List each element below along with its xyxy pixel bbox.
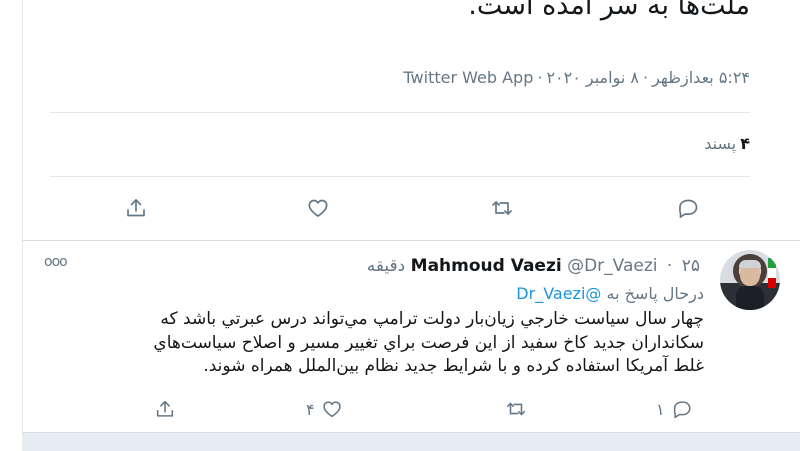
avatar-body	[736, 286, 764, 310]
reply-header: Mahmoud Vaezi @Dr_Vaezi · ۲۵ دقیقه	[367, 256, 704, 276]
reply-button[interactable]	[676, 196, 700, 220]
column-border-left	[22, 0, 23, 450]
reply-button[interactable]: ۱	[656, 398, 693, 420]
share-button[interactable]	[154, 398, 176, 420]
like-count: ۴	[306, 399, 315, 419]
reply-line: سكانداران جديد كاخ سفيد از اين فرصت براي…	[153, 332, 704, 353]
reply-icon	[673, 401, 691, 419]
retweet-button[interactable]	[490, 196, 514, 220]
like-button[interactable]: ۴	[306, 398, 343, 420]
divider	[50, 112, 750, 113]
heart-icon	[308, 199, 328, 217]
like-button[interactable]	[306, 196, 330, 220]
reply-line: غلط آمريكا استفاده كرده و با شرايط جديد …	[203, 356, 704, 376]
display-name-link[interactable]: Mahmoud Vaezi	[411, 256, 562, 276]
main-tweet-meta: ۵:۲۴ بعدازظهر·۸ نوامبر ۲۰۲۰·Twitter Web …	[403, 68, 750, 87]
likes-count: ۴	[740, 134, 750, 153]
tweet-source-link[interactable]: Twitter Web App	[403, 68, 533, 87]
tweet-date-link[interactable]: ۸ نوامبر ۲۰۲۰	[546, 68, 639, 87]
reply-line: چهار سال سياست خارجي زيان‌بار دولت ترامپ…	[160, 309, 704, 329]
timeline-gap	[22, 432, 800, 451]
tweet-time-link[interactable]: ۵:۲۴ بعدازظهر	[652, 68, 750, 87]
flag-icon	[768, 258, 776, 288]
share-button[interactable]	[124, 196, 148, 220]
reply-count: ۱	[656, 399, 665, 419]
retweet-icon	[492, 201, 512, 215]
tweet-separator	[22, 240, 800, 241]
meta-separator: ·	[537, 68, 543, 87]
divider	[50, 176, 750, 177]
reply-tweet-text: چهار سال سياست خارجي زيان‌بار دولت ترامپ…	[64, 308, 704, 379]
heart-icon	[322, 401, 341, 418]
replying-to-link[interactable]: @Dr_Vaezi	[516, 284, 601, 303]
main-tweet-text: ملت‌ها به سر آمده است.	[50, 0, 750, 26]
replying-to: درحال پاسخ به @Dr_Vaezi	[516, 284, 704, 303]
share-icon	[156, 400, 174, 417]
replying-prefix: درحال پاسخ به	[606, 284, 704, 303]
more-options-button[interactable]: ooo	[44, 254, 68, 270]
handle-link[interactable]: @Dr_Vaezi	[567, 256, 657, 276]
avatar-hair	[739, 260, 761, 268]
likes-label: پسند	[704, 134, 737, 153]
likes-count-link[interactable]: ۴پسند	[704, 134, 750, 153]
separator: ·	[666, 256, 673, 276]
avatar[interactable]	[720, 250, 780, 310]
share-icon	[127, 199, 145, 217]
reply-icon	[679, 199, 698, 218]
retweet-icon	[506, 402, 526, 416]
meta-separator: ·	[642, 68, 649, 87]
twitter-thread-view: ملت‌ها به سر آمده است. ۵:۲۴ بعدازظهر·۸ ن…	[0, 0, 800, 451]
main-tweet-line: ملت‌ها به سر آمده است.	[468, 0, 750, 21]
retweet-button[interactable]	[505, 398, 527, 420]
